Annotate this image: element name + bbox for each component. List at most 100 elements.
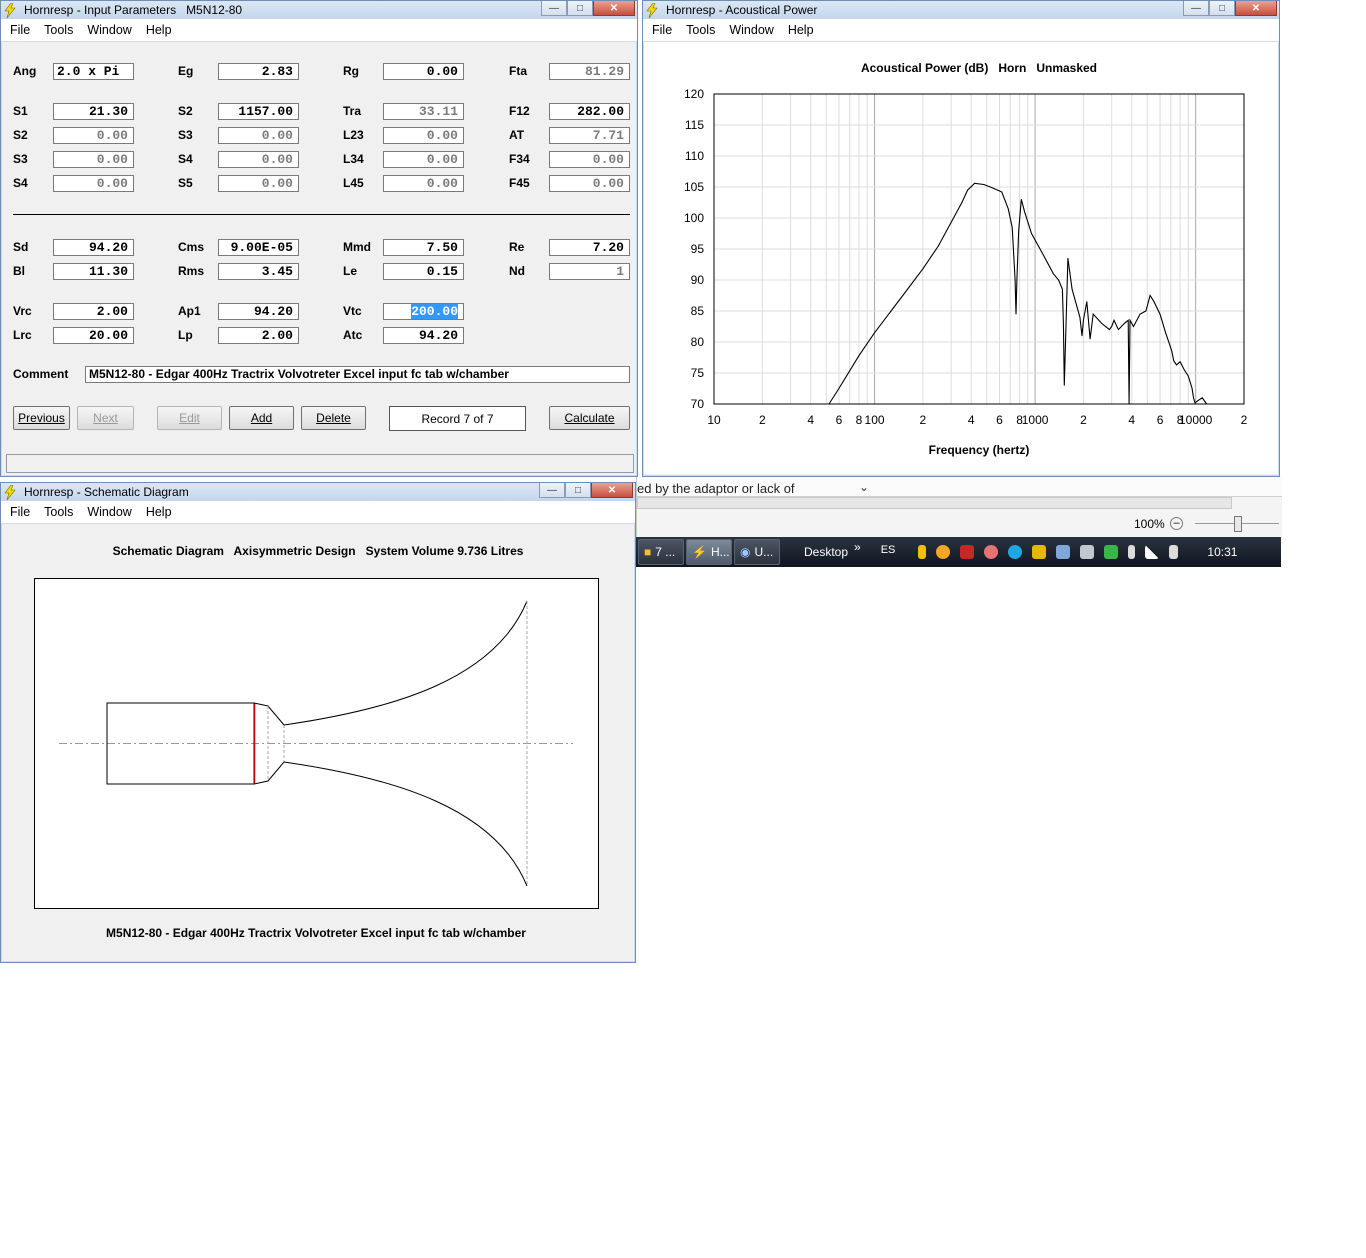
taskbar-button-hornresp[interactable]: ⚡ H... [686,539,732,565]
x-tick-label: 4 [807,413,814,427]
param-field-rms[interactable]: 3.45 [218,263,299,280]
background-scrollbar[interactable] [637,497,1232,509]
throat-adapter-lower [253,761,285,785]
param-field-s3[interactable]: 0.00 [53,151,134,168]
maximize-button[interactable]: □ [565,483,591,498]
param-field-vrc[interactable]: 2.00 [53,303,134,320]
data-point [1011,226,1013,228]
shield-icon[interactable] [918,545,927,559]
param-field-ang[interactable]: 2.0 x Pi [53,63,134,80]
param-field-nd[interactable]: 1 [549,263,630,280]
comment-field[interactable]: M5N12-80 - Edgar 400Hz Tractrix Volvotre… [85,366,630,383]
param-field-s2[interactable]: 0.00 [53,127,134,144]
y-tick-label: 90 [691,273,705,287]
param-field-ap1[interactable]: 94.20 [218,303,299,320]
menu-window[interactable]: Window [87,505,131,519]
menu-tools[interactable]: Tools [44,505,73,519]
param-field-fta[interactable]: 81.29 [549,63,630,80]
param-field-lp[interactable]: 2.00 [218,327,299,344]
param-field-cms[interactable]: 9.00E-05 [218,239,299,256]
param-field-eg[interactable]: 2.83 [218,63,299,80]
data-point [1089,338,1091,340]
maximize-button[interactable]: □ [1209,1,1235,16]
param-field-s4[interactable]: 0.00 [218,151,299,168]
x-tick-label: 100 [865,413,885,427]
skype-icon[interactable] [1008,545,1023,559]
param-field-at[interactable]: 7.71 [549,127,630,144]
zoom-slider-handle[interactable] [1234,516,1242,532]
param-field-s4[interactable]: 0.00 [53,175,134,192]
param-field-mmd[interactable]: 7.50 [383,239,464,256]
close-button[interactable]: ✕ [1235,1,1277,16]
security-check-icon[interactable] [1104,545,1119,559]
taskbar-chevron[interactable]: » [854,540,861,554]
param-field-f45[interactable]: 0.00 [549,175,630,192]
menu-window[interactable]: Window [729,23,773,37]
param-field-l34[interactable]: 0.00 [383,151,464,168]
update-icon[interactable] [936,545,951,559]
param-field-s5[interactable]: 0.00 [218,175,299,192]
param-field-s1[interactable]: 21.30 [53,103,134,120]
menu-file[interactable]: File [10,23,30,37]
chevron-down-icon[interactable]: ⌄ [859,480,869,494]
delete-button[interactable]: Delete [301,406,366,430]
window-controls: — □ ✕ [1183,1,1277,16]
zoom-out-icon[interactable]: – [1170,517,1183,530]
signal-icon[interactable] [1145,545,1160,559]
param-field-sd[interactable]: 94.20 [53,239,134,256]
minimize-button[interactable]: — [539,483,565,498]
antivirus-icon[interactable] [960,545,975,559]
param-field-f12[interactable]: 282.00 [549,103,630,120]
notes-icon[interactable] [1032,545,1047,559]
param-field-atc[interactable]: 94.20 [383,327,464,344]
param-field-tra[interactable]: 33.11 [383,103,464,120]
param-field-f34[interactable]: 0.00 [549,151,630,168]
menu-help[interactable]: Help [146,23,172,37]
param-field-bl[interactable]: 11.30 [53,263,134,280]
param-field-l23[interactable]: 0.00 [383,127,464,144]
monitor-icon[interactable] [1080,545,1095,559]
calculate-button[interactable]: Calculate [549,406,630,430]
data-point [1118,329,1119,330]
close-button[interactable]: ✕ [591,483,633,498]
network-share-icon[interactable] [1056,545,1071,559]
schematic-diagram-window: Hornresp - Schematic Diagram — □ ✕ File … [0,482,636,963]
menu-file[interactable]: File [652,23,672,37]
previous-button[interactable]: Previous [13,406,70,430]
taskbar-button-1[interactable]: ■ 7 ... [638,539,684,565]
param-field-lrc[interactable]: 20.00 [53,327,134,344]
param-label-s4: S4 [13,176,28,190]
menu-window[interactable]: Window [87,23,131,37]
language-indicator[interactable]: ES [881,544,896,556]
volume-icon[interactable] [1169,545,1179,559]
horn-drawing [59,600,573,887]
menu-help[interactable]: Help [788,23,814,37]
menu-file[interactable]: File [10,505,30,519]
x-tick-label: 1000 [1022,413,1049,427]
param-field-rg[interactable]: 0.00 [383,63,464,80]
menu-tools[interactable]: Tools [44,23,73,37]
edit-button[interactable]: Edit [157,406,222,430]
add-button[interactable]: Add [229,406,294,430]
maximize-button[interactable]: □ [567,1,593,16]
cloud-icon[interactable] [984,545,999,559]
menu-help[interactable]: Help [146,505,172,519]
data-point [1127,319,1129,321]
param-field-le[interactable]: 0.15 [383,263,464,280]
window-controls: — □ ✕ [539,483,633,498]
param-field-s2[interactable]: 1157.00 [218,103,299,120]
param-field-l45[interactable]: 0.00 [383,175,464,192]
minimize-button[interactable]: — [1183,1,1209,16]
taskbar-button-3[interactable]: ◉ U... [734,539,780,565]
taskbar-desktop-label[interactable]: Desktop [804,545,848,559]
param-field-s3[interactable]: 0.00 [218,127,299,144]
close-button[interactable]: ✕ [593,1,635,16]
param-field-re[interactable]: 7.20 [549,239,630,256]
param-label-nd: Nd [509,264,525,278]
clock[interactable]: 10:31 [1207,545,1237,559]
menu-tools[interactable]: Tools [686,23,715,37]
battery-icon[interactable] [1128,545,1136,559]
minimize-button[interactable]: — [541,1,567,16]
next-button[interactable]: Next [77,406,134,430]
param-field-vtc[interactable]: 200.00 [383,303,464,320]
